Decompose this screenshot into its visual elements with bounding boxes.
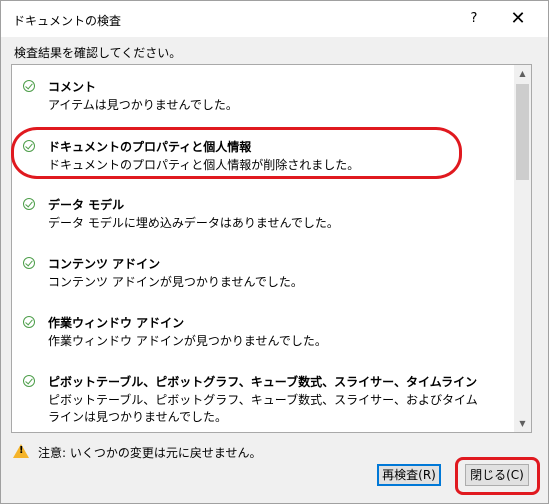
item-title: 作業ウィンドウ アドイン: [48, 316, 185, 330]
item-description: データ モデルに埋め込みデータはありませんでした。: [48, 216, 339, 230]
scroll-up-icon[interactable]: ▲: [514, 65, 531, 82]
scroll-down-icon[interactable]: ▼: [514, 415, 531, 432]
close-button[interactable]: 閉じる(C): [465, 464, 529, 486]
check-icon: [23, 140, 35, 152]
item-description: ピボットテーブル、ピボットグラフ、キューブ数式、スライサー、およびタイムラインは…: [48, 393, 478, 424]
document-inspector-dialog: ドキュメントの検査 ? ✕ 検査結果を確認してください。 コメント アイテムは見…: [0, 0, 549, 504]
item-description: 作業ウィンドウ アドインが見つかりませんでした。: [48, 334, 327, 348]
help-button[interactable]: ?: [464, 8, 484, 30]
check-icon: [23, 375, 35, 387]
window-title: ドキュメントの検査: [13, 14, 122, 28]
item-description: アイテムは見つかりませんでした。: [48, 98, 238, 112]
item-description: コンテンツ アドインが見つかりませんでした。: [48, 275, 303, 289]
close-icon[interactable]: ✕: [507, 8, 529, 30]
item-description: ドキュメントのプロパティと個人情報が削除されました。: [48, 158, 360, 172]
item-title: コンテンツ アドイン: [48, 257, 161, 271]
title-bar: ドキュメントの検査 ? ✕: [1, 1, 548, 37]
vertical-scrollbar[interactable]: ▲ ▼: [514, 65, 531, 432]
item-title: データ モデル: [48, 198, 125, 212]
results-list[interactable]: コメント アイテムは見つかりませんでした。 ドキュメントのプロパティと個人情報 …: [11, 64, 532, 433]
item-title: ピボットテーブル、ピボットグラフ、キューブ数式、スライサー、タイムライン: [48, 375, 478, 389]
item-title: ドキュメントのプロパティと個人情報: [48, 140, 252, 154]
recheck-button[interactable]: 再検査(R): [377, 464, 441, 486]
check-icon: [23, 80, 35, 92]
scroll-thumb[interactable]: [516, 84, 529, 180]
item-title: コメント: [48, 80, 97, 94]
instruction-text: 検査結果を確認してください。: [14, 46, 182, 60]
check-icon: [23, 198, 35, 210]
warning-text: 注意: いくつかの変更は元に戻せません。: [38, 446, 262, 460]
check-icon: [23, 316, 35, 328]
check-icon: [23, 257, 35, 269]
